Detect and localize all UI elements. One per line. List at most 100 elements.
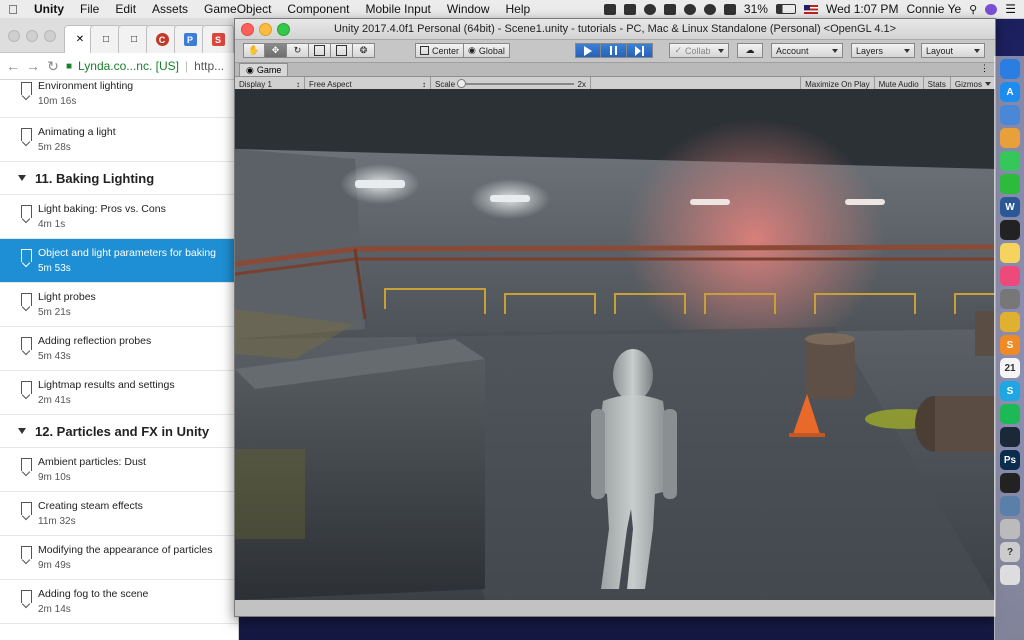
list-item[interactable]: Light baking: Pros vs. Cons 4m 1s [0,195,238,239]
menu-edit[interactable]: Edit [107,2,144,16]
xcode-icon[interactable] [1000,105,1020,125]
bookmark-icon[interactable] [21,502,32,515]
help-icon[interactable]: ? [1000,542,1020,562]
trash-icon[interactable] [1000,565,1020,585]
spotify-icon[interactable] [1000,404,1020,424]
collab-button[interactable]: ✓ Collab [669,43,729,58]
chrome-icon[interactable] [1000,312,1020,332]
bookmark-icon[interactable] [21,128,32,141]
safari-icon[interactable] [1000,59,1020,79]
list-item[interactable]: Lightmap results and settings 2m 41s [0,371,238,415]
notes-icon[interactable] [1000,243,1020,263]
preferences-icon[interactable] [1000,289,1020,309]
menu-file[interactable]: File [72,2,107,16]
chapter-header[interactable]: 12. Particles and FX in Unity [0,415,238,448]
skype-icon[interactable]: S [1000,381,1020,401]
play-button[interactable] [575,43,601,58]
us-flag-icon[interactable] [803,4,818,14]
list-item[interactable]: Adding fog to the scene 2m 14s [0,580,238,624]
back-icon[interactable]: ← [6,58,20,74]
list-item[interactable]: Modifying the appearance of particles 9m… [0,536,238,580]
word-icon[interactable]: W [1000,197,1020,217]
rotate-tool-button[interactable]: ↻ [287,43,309,58]
user-name[interactable]: Connie Ye [906,2,961,16]
chrome-tab-6[interactable]: S [202,25,234,53]
pause-button[interactable] [601,43,627,58]
list-item[interactable]: Ambient particles: Dust 9m 10s [0,448,238,492]
menu-gameobject[interactable]: GameObject [196,2,279,16]
layout-dropdown[interactable]: Layout [921,43,985,58]
account-dropdown[interactable]: Account [771,43,843,58]
list-item-selected[interactable]: Object and light parameters for baking 5… [0,239,238,283]
battery-icon[interactable] [775,4,796,14]
finder-icon[interactable] [1000,519,1020,539]
list-item[interactable]: Environment lighting 10m 16s [0,78,238,118]
photoshop-icon[interactable]: Ps [1000,450,1020,470]
scale-slider[interactable] [457,79,574,88]
zoom-button[interactable] [277,23,290,36]
notification-center-icon[interactable]: ☰ [1005,2,1016,16]
menu-component[interactable]: Component [279,2,357,16]
bookmark-icon[interactable] [21,337,32,350]
bookmark-icon[interactable] [21,205,32,218]
steam-icon[interactable] [1000,427,1020,447]
list-item[interactable]: Creating steam effects 11m 32s [0,492,238,536]
step-button[interactable] [627,43,653,58]
minimize-button[interactable] [26,30,38,42]
messages-icon[interactable] [1000,151,1020,171]
menu-assets[interactable]: Assets [144,2,196,16]
tab-menu-icon[interactable]: ⋮ [980,63,989,74]
siri-icon[interactable] [985,3,998,15]
transform-tool-button[interactable]: ❂ [353,43,375,58]
dropbox-icon[interactable] [603,3,616,15]
tab-close-icon[interactable]: ✕ [76,34,84,45]
menu-mobile-input[interactable]: Mobile Input [357,2,438,16]
unity-icon[interactable] [1000,473,1020,493]
menubar-app-icon[interactable] [663,3,676,15]
url-origin[interactable]: Lynda.co...nc. [US] [78,59,179,73]
scale-tool-button[interactable] [309,43,331,58]
rect-tool-button[interactable] [331,43,353,58]
reload-icon[interactable]: ↻ [46,58,60,75]
game-viewport[interactable] [235,89,995,600]
close-button[interactable] [241,23,254,36]
cloud-icon[interactable] [623,3,636,15]
timemachine-icon[interactable] [683,3,696,15]
forward-icon[interactable]: → [26,58,40,74]
apple-icon[interactable]:  [0,2,26,17]
calendar-icon[interactable]: 21 [1000,358,1020,378]
minimize-button[interactable] [259,23,272,36]
sublime-icon[interactable]: S [1000,335,1020,355]
bluetooth-icon[interactable] [703,3,716,15]
menu-window[interactable]: Window [439,2,498,16]
photos-icon[interactable] [1000,128,1020,148]
bookmark-icon[interactable] [21,293,32,306]
bookmark-icon[interactable] [21,249,32,262]
zoom-button[interactable] [44,30,56,42]
bookmark-icon[interactable] [21,458,32,471]
wechat-icon[interactable] [1000,174,1020,194]
menu-app[interactable]: Unity [26,2,72,16]
bookmark-icon[interactable] [21,381,32,394]
list-item[interactable]: Animating a light 5m 28s [0,118,238,162]
vpn-icon[interactable] [1000,496,1020,516]
spotlight-icon[interactable]: ⚲ [969,3,977,16]
bookmark-icon[interactable] [21,82,32,95]
move-tool-button[interactable]: ✥ [265,43,287,58]
wifi-icon[interactable] [723,3,736,15]
menu-help[interactable]: Help [498,2,539,16]
game-tab[interactable]: ◉ Game [239,63,289,76]
close-button[interactable] [8,30,20,42]
space-global-button[interactable]: ◉ Global [464,43,510,58]
bookmark-icon[interactable] [21,590,32,603]
pivot-center-button[interactable]: Center [415,43,465,58]
bookmark-icon[interactable] [21,546,32,559]
clock[interactable]: Wed 1:07 PM [826,2,898,16]
terminal-icon[interactable] [1000,220,1020,240]
app-store-icon[interactable]: A [1000,82,1020,102]
layers-dropdown[interactable]: Layers [851,43,915,58]
url-path[interactable]: http... [194,59,224,73]
list-item[interactable]: Adding reflection probes 5m 43s [0,327,238,371]
hand-tool-button[interactable]: ✋ [243,43,265,58]
cloud-button[interactable]: ☁ [737,43,763,58]
